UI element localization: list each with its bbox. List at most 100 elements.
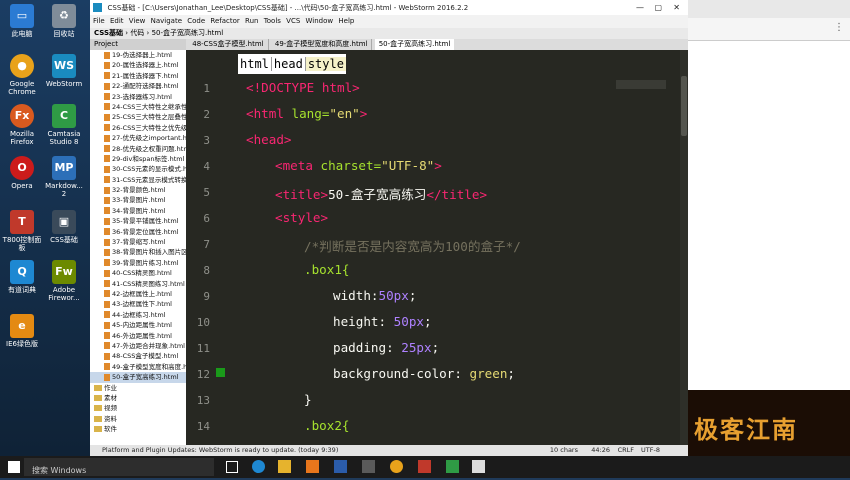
- desktop-icon-youdao[interactable]: Q 有道词典: [0, 260, 44, 294]
- status-message[interactable]: Platform and Plugin Updates: WebStorm is…: [102, 446, 338, 454]
- tab-49[interactable]: 49-盒子模型宽度和高度.html: [271, 39, 373, 50]
- menu-file[interactable]: File: [93, 17, 105, 25]
- file-item[interactable]: 41-CSS精灵图练习.html: [90, 279, 186, 289]
- breadcrumb-project[interactable]: CSS基础: [94, 29, 123, 37]
- desktop-icon-pc[interactable]: ▭ 此电脑: [0, 4, 44, 38]
- desktop-icon-opera[interactable]: O Opera: [0, 156, 44, 190]
- file-item[interactable]: 46-外边距属性.html: [90, 331, 186, 341]
- folder-item[interactable]: 素材: [90, 393, 186, 403]
- file-item[interactable]: 31-CSS元素显示模式转换: [90, 175, 186, 185]
- file-item[interactable]: 42-边框属性上.html: [90, 289, 186, 299]
- line-number: 11: [196, 342, 210, 355]
- status-encoding[interactable]: UTF-8: [641, 445, 660, 456]
- file-item[interactable]: 44-边框练习.html: [90, 310, 186, 320]
- chrome-taskbar-icon[interactable]: [390, 460, 403, 473]
- folder-item[interactable]: 软件: [90, 424, 186, 434]
- app-icon[interactable]: [306, 460, 319, 473]
- menu-refactor[interactable]: Refactor: [210, 17, 239, 25]
- minimize-icon[interactable]: —: [636, 0, 644, 15]
- file-item[interactable]: 36-背景定位属性.html: [90, 227, 186, 237]
- folder-item[interactable]: 资料: [90, 414, 186, 424]
- desktop-icon-recycle[interactable]: ♻ 回收站: [42, 4, 86, 38]
- file-item[interactable]: 49-盒子模型宽度和高度.h: [90, 362, 186, 372]
- camtasia-taskbar-icon[interactable]: [446, 460, 459, 473]
- file-item[interactable]: 43-边框属性下.html: [90, 299, 186, 309]
- status-line-sep[interactable]: CRLF: [618, 445, 634, 456]
- scroll-thumb[interactable]: [681, 76, 687, 136]
- file-item[interactable]: 23-选择器练习.html: [90, 92, 186, 102]
- tab-50[interactable]: 50-盒子宽高练习.html: [374, 39, 455, 50]
- file-item[interactable]: 39-背景图片练习.html: [90, 258, 186, 268]
- html-file-icon: [104, 300, 110, 308]
- menu-tools[interactable]: Tools: [264, 17, 281, 25]
- breadcrumb-folder[interactable]: 代码: [130, 29, 144, 37]
- vertical-scrollbar[interactable]: [680, 50, 688, 445]
- desktop-icon-ie6[interactable]: e IE6绿色版: [0, 314, 44, 348]
- project-tree: 19-伪选择器上.html 20-属性选择器上.html 21-属性选择器下.htm…: [90, 50, 186, 445]
- file-item[interactable]: 33-背景图片.html: [90, 195, 186, 205]
- file-item[interactable]: 29-div和span标签.html: [90, 154, 186, 164]
- app2-icon[interactable]: [418, 460, 431, 473]
- file-item[interactable]: 37-背景缩写.html: [90, 237, 186, 247]
- crumb-style[interactable]: style: [305, 57, 346, 71]
- crumb-html[interactable]: html: [238, 57, 272, 71]
- file-item[interactable]: 20-属性选择器上.html: [90, 60, 186, 70]
- file-item[interactable]: 27-优先级之important.h: [90, 133, 186, 143]
- desktop-icon-firefox[interactable]: Fx Mozilla Firefox: [0, 104, 44, 146]
- folder-item[interactable]: 视频: [90, 403, 186, 413]
- crumb-head[interactable]: head: [271, 57, 306, 71]
- file-item[interactable]: 34-背景图片.html: [90, 206, 186, 216]
- html-file-icon: [104, 134, 110, 142]
- browser-preview-icons[interactable]: [616, 80, 666, 89]
- taskview-icon[interactable]: [226, 461, 238, 473]
- folder-item[interactable]: 作业: [90, 383, 186, 393]
- tab-48[interactable]: 48-CSS盒子模型.html: [188, 39, 269, 50]
- menu-dots-icon[interactable]: ⋮: [834, 22, 844, 33]
- file-item[interactable]: 35-背景平铺属性.html: [90, 216, 186, 226]
- file-item[interactable]: 19-伪选择器上.html: [90, 50, 186, 60]
- file-item[interactable]: 21-属性选择器下.html: [90, 71, 186, 81]
- file-item[interactable]: 25-CSS三大特性之层叠性: [90, 112, 186, 122]
- menu-view[interactable]: View: [129, 17, 146, 25]
- project-tool-button[interactable]: Project: [90, 39, 186, 50]
- word-icon[interactable]: [334, 460, 347, 473]
- maximize-icon[interactable]: ▢: [654, 0, 662, 15]
- status-chars: 10 chars: [549, 446, 578, 454]
- search-box[interactable]: 搜索 Windows: [24, 458, 214, 476]
- menu-window[interactable]: Window: [306, 17, 334, 25]
- file-item[interactable]: 48-CSS盒子模型.html: [90, 351, 186, 361]
- desktop-icon-t800[interactable]: T T800控制面板: [0, 210, 44, 252]
- desktop-icon-fireworks[interactable]: Fw Adobe Firewor...: [42, 260, 86, 302]
- explorer-icon[interactable]: [278, 460, 291, 473]
- menu-edit[interactable]: Edit: [110, 17, 124, 25]
- desktop-icon-css[interactable]: ▣ CSS基础: [42, 210, 86, 244]
- file-item[interactable]: 28-优先级之权重问题.htm: [90, 144, 186, 154]
- desktop-icon-chrome[interactable]: ● Google Chrome: [0, 54, 44, 96]
- file-item[interactable]: 30-CSS元素的显示模式.h: [90, 164, 186, 174]
- start-icon[interactable]: [8, 461, 20, 473]
- menu-vcs[interactable]: VCS: [286, 17, 300, 25]
- menu-navigate[interactable]: Navigate: [151, 17, 182, 25]
- menu-help[interactable]: Help: [338, 17, 354, 25]
- breadcrumb-file[interactable]: 50-盒子宽高练习.html: [152, 29, 224, 37]
- file-item[interactable]: 32-背景颜色.html: [90, 185, 186, 195]
- file-item[interactable]: 26-CSS三大特性之优先级: [90, 123, 186, 133]
- status-position[interactable]: 44:26: [591, 445, 610, 456]
- file-item[interactable]: 24-CSS三大特性之继承性: [90, 102, 186, 112]
- edge-icon[interactable]: [252, 460, 265, 473]
- file-item[interactable]: 45-内边距属性.html: [90, 320, 186, 330]
- file-item[interactable]: 40-CSS精灵图.html: [90, 268, 186, 278]
- file-item[interactable]: 22-通配符选择器.html: [90, 81, 186, 91]
- desktop-icon-markdown[interactable]: MP Markdow... 2: [42, 156, 86, 198]
- camtasia2-taskbar-icon[interactable]: [472, 460, 485, 473]
- menu-run[interactable]: Run: [245, 17, 258, 25]
- file-item[interactable]: 47-外边距合并现象.html: [90, 341, 186, 351]
- code-editor[interactable]: html head style <!DOCTYPE html> <html lang…: [238, 50, 680, 445]
- close-icon[interactable]: ✕: [673, 0, 680, 15]
- photos-icon[interactable]: [362, 460, 375, 473]
- file-item[interactable]: 50-盒子宽高练习.html: [90, 372, 186, 383]
- file-item[interactable]: 38-背景图片和插入图片区: [90, 247, 186, 257]
- desktop-icon-camtasia[interactable]: C Camtasia Studio 8: [42, 104, 86, 146]
- menu-code[interactable]: Code: [187, 17, 205, 25]
- desktop-icon-webstorm[interactable]: WS WebStorm: [42, 54, 86, 88]
